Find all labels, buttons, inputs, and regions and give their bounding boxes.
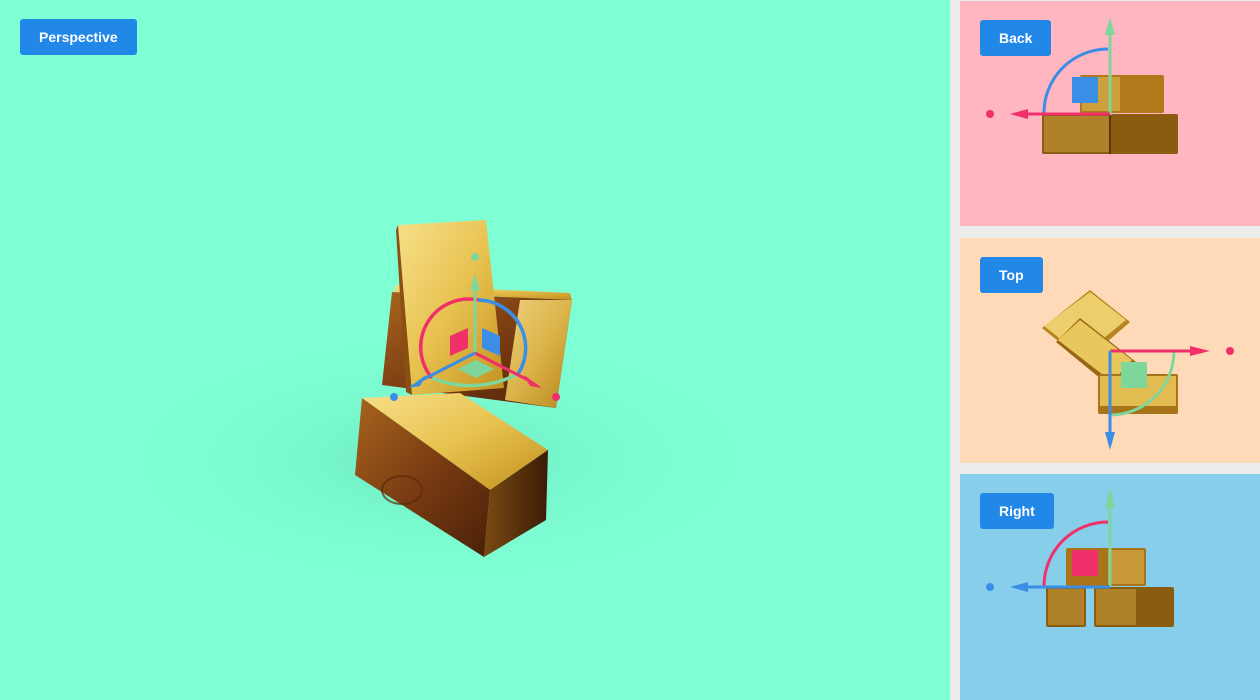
perspective-viewport[interactable]: Perspective	[0, 0, 950, 700]
gizmo-y-dot[interactable]	[471, 253, 479, 261]
translate-arrow-icon[interactable]	[1105, 488, 1115, 508]
plane-handle-icon[interactable]	[1072, 77, 1098, 103]
top-viewport[interactable]: Top	[960, 238, 1260, 463]
gizmo-x-dot[interactable]	[986, 110, 994, 118]
plane-handle-icon[interactable]	[1072, 550, 1098, 576]
back-view-button[interactable]: Back	[980, 20, 1052, 56]
gizmo-x-dot[interactable]	[1226, 347, 1234, 355]
gizmo-z-dot[interactable]	[390, 393, 398, 401]
translate-arrow-icon[interactable]	[1190, 346, 1210, 356]
back-viewport[interactable]: Back	[960, 1, 1260, 226]
gizmo-x-dot[interactable]	[552, 393, 560, 401]
translate-arrow-icon[interactable]	[1105, 17, 1115, 35]
plane-handle-icon[interactable]	[1121, 362, 1147, 388]
perspective-view-button[interactable]: Perspective	[20, 19, 137, 55]
perspective-scene[interactable]	[0, 0, 950, 700]
right-viewport[interactable]: Right	[960, 474, 1260, 700]
right-view-button[interactable]: Right	[980, 493, 1054, 529]
top-view-button[interactable]: Top	[980, 257, 1043, 293]
gizmo-z-dot[interactable]	[986, 583, 994, 591]
